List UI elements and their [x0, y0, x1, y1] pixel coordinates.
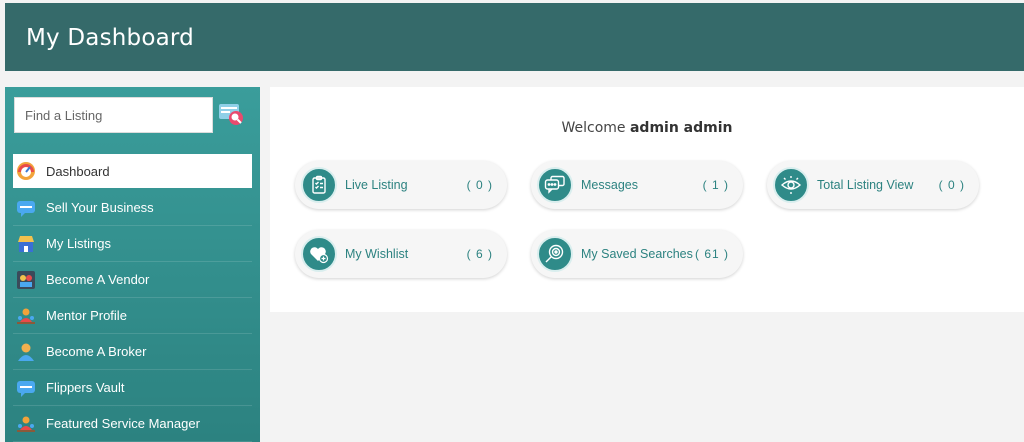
- sidebar-item-label: Featured Service Manager: [46, 416, 200, 431]
- messages-icon: [537, 167, 573, 203]
- card-label: Total Listing View: [817, 178, 914, 192]
- card-label: Messages: [581, 178, 638, 192]
- stat-card-live-listing[interactable]: Live Listing ( 0 ): [295, 161, 507, 209]
- sidebar-item-become-a-broker[interactable]: Become A Broker: [13, 334, 252, 370]
- stat-card-messages[interactable]: Messages ( 1 ): [531, 161, 743, 209]
- chat-bubble-icon: [16, 378, 36, 398]
- sidebar-item-sell-your-business[interactable]: Sell Your Business: [13, 190, 252, 226]
- clipboard-icon: [301, 167, 337, 203]
- gauge-icon: [16, 161, 36, 181]
- sidebar-item-my-listings[interactable]: My Listings: [13, 226, 252, 262]
- sidebar-nav: Dashboard Sell Your Business My Listings…: [13, 154, 252, 442]
- sidebar-item-become-a-vendor[interactable]: Become A Vendor: [13, 262, 252, 298]
- sidebar-item-mentor-profile[interactable]: Mentor Profile: [13, 298, 252, 334]
- welcome-prefix: Welcome: [561, 120, 626, 136]
- person-icon: [16, 342, 36, 362]
- card-count: ( 0 ): [938, 178, 965, 192]
- mentor-icon: [16, 414, 36, 434]
- sidebar-item-label: Flippers Vault: [46, 380, 125, 395]
- sidebar-item-label: Mentor Profile: [46, 308, 127, 323]
- mentor-icon: [16, 306, 36, 326]
- card-label: My Wishlist: [345, 247, 409, 261]
- magnifier-icon: [537, 236, 573, 272]
- stat-card-total-listing-view[interactable]: Total Listing View ( 0 ): [767, 161, 979, 209]
- card-count: ( 0 ): [466, 178, 493, 192]
- sidebar-item-label: Sell Your Business: [46, 200, 154, 215]
- card-label: My Saved Searches: [581, 247, 693, 261]
- heart-plus-icon: [301, 236, 337, 272]
- top-header: My Dashboard: [5, 3, 1024, 71]
- store-icon: [16, 234, 36, 254]
- user-name: admin admin: [629, 120, 733, 136]
- sidebar-item-featured-service-manager[interactable]: Featured Service Manager: [13, 406, 252, 442]
- dashboard-panel: Welcome admin admin Live Listing ( 0 ) M…: [270, 87, 1024, 312]
- search-box: [14, 97, 213, 133]
- sidebar-item-label: My Listings: [46, 236, 112, 251]
- welcome-message: Welcome admin admin: [270, 120, 1024, 136]
- page-title: My Dashboard: [26, 25, 194, 51]
- card-count: ( 6 ): [466, 247, 493, 261]
- search-input[interactable]: [15, 98, 212, 132]
- card-label: Live Listing: [345, 178, 408, 192]
- sidebar-item-label: Dashboard: [46, 163, 110, 179]
- sidebar-item-flippers-vault[interactable]: Flippers Vault: [13, 370, 252, 406]
- vendor-icon: [16, 270, 36, 290]
- sidebar-item-label: Become A Vendor: [46, 272, 150, 287]
- stat-card-my-wishlist[interactable]: My Wishlist ( 6 ): [295, 230, 507, 278]
- card-count: ( 1 ): [702, 178, 729, 192]
- sidebar-item-label: Become A Broker: [46, 344, 147, 359]
- search-listing-icon[interactable]: [218, 100, 246, 128]
- sidebar: Dashboard Sell Your Business My Listings…: [5, 87, 260, 442]
- card-count: ( 61 ): [694, 247, 729, 261]
- eye-icon: [773, 167, 809, 203]
- sidebar-item-dashboard[interactable]: Dashboard: [13, 154, 252, 188]
- stat-card-my-saved-searches[interactable]: My Saved Searches ( 61 ): [531, 230, 743, 278]
- chat-bubble-icon: [16, 198, 36, 218]
